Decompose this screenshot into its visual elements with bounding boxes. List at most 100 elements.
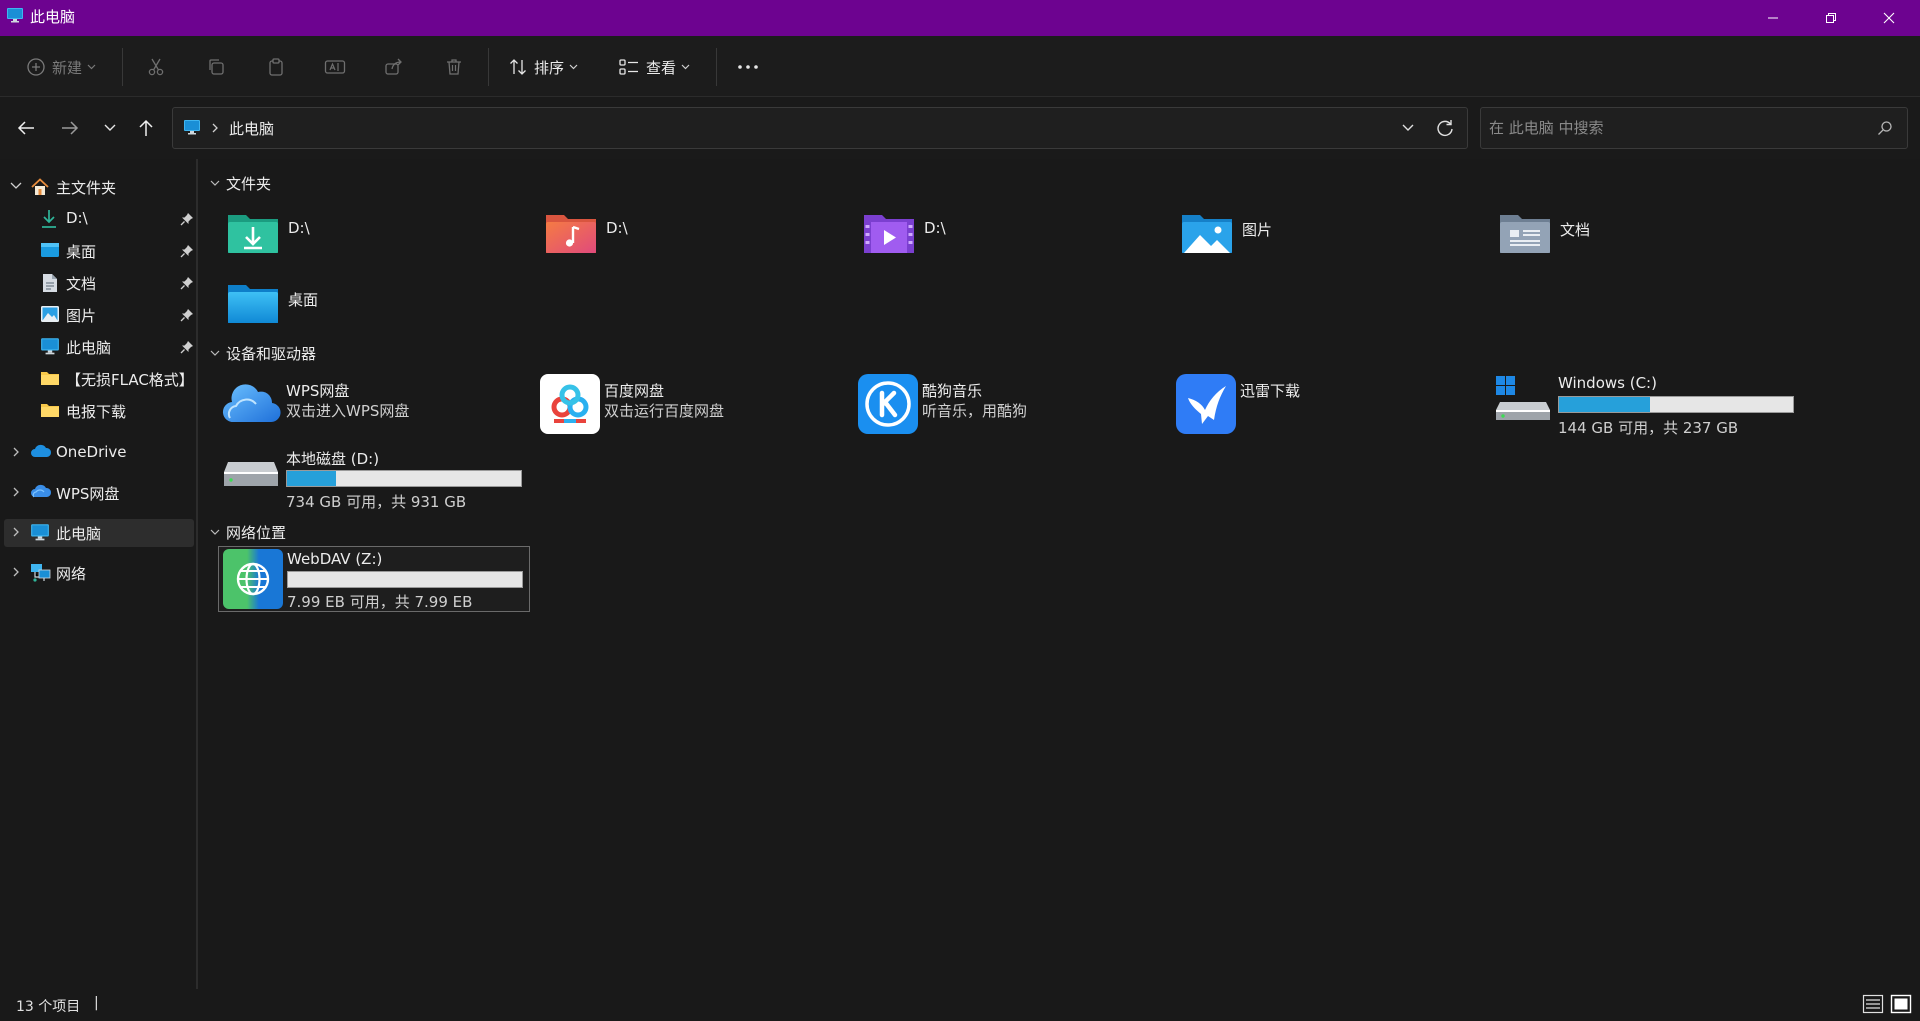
navigation-pane: 主文件夹 D:\ 桌面 文档 图片 此电脑 【无损FLAC格式】 电报下载 On… bbox=[0, 159, 198, 989]
folder-item-videos[interactable]: D:\ bbox=[862, 209, 1112, 267]
pin-icon[interactable] bbox=[180, 276, 194, 290]
chevron-down-icon bbox=[210, 350, 220, 356]
folder-item-desktop[interactable]: 桌面 bbox=[226, 279, 476, 337]
folder-item-music[interactable]: D:\ bbox=[544, 209, 794, 267]
chevron-right-icon[interactable] bbox=[12, 486, 20, 498]
sidebar-item-network[interactable]: 网络 bbox=[4, 559, 194, 587]
scissors-icon bbox=[148, 58, 164, 76]
device-description: 双击进入WPS网盘 bbox=[286, 402, 410, 420]
pin-icon[interactable] bbox=[180, 244, 194, 258]
refresh-button[interactable] bbox=[1435, 118, 1455, 138]
address-history-dropdown[interactable] bbox=[1401, 120, 1415, 136]
sidebar-item-label: 【无损FLAC格式】 bbox=[66, 371, 194, 389]
section-header-folders[interactable]: 文件夹 bbox=[210, 172, 271, 194]
sidebar-item-pictures[interactable]: 图片 bbox=[4, 301, 194, 329]
tiles-view-button[interactable] bbox=[1890, 994, 1912, 1014]
device-kugou-music[interactable]: 酷狗音乐 听音乐，用酷狗 bbox=[858, 374, 1138, 438]
back-button[interactable] bbox=[12, 113, 40, 143]
rename-button[interactable] bbox=[324, 50, 346, 84]
sidebar-item-label: 主文件夹 bbox=[56, 179, 117, 197]
search-icon[interactable] bbox=[1877, 120, 1893, 136]
sidebar-item-onedrive[interactable]: OneDrive bbox=[4, 439, 194, 467]
drive-windows-c[interactable]: Windows (C:) 144 GB 可用，共 237 GB bbox=[1494, 374, 1804, 438]
delete-button[interactable] bbox=[444, 50, 464, 84]
search-box[interactable] bbox=[1480, 107, 1908, 149]
chevron-down-icon bbox=[210, 180, 220, 186]
pin-icon[interactable] bbox=[180, 340, 194, 354]
sidebar-item-label: 图片 bbox=[66, 307, 97, 325]
folder-item-documents[interactable]: 文档 bbox=[1498, 209, 1748, 267]
videos-folder-icon bbox=[862, 209, 916, 255]
restore-button[interactable] bbox=[1802, 0, 1860, 36]
sidebar-item-downloads[interactable]: D:\ bbox=[4, 205, 194, 233]
device-name: 迅雷下载 bbox=[1240, 382, 1301, 400]
chevron-right-icon[interactable] bbox=[12, 446, 20, 458]
device-xunlei[interactable]: 迅雷下载 bbox=[1176, 374, 1456, 438]
sidebar-item-home[interactable]: 主文件夹 bbox=[4, 173, 194, 201]
sidebar-item-documents[interactable]: 文档 bbox=[4, 269, 194, 297]
drive-usage-bar bbox=[286, 470, 522, 487]
share-icon bbox=[385, 58, 402, 75]
drive-local-d[interactable]: 本地磁盘 (D:) 734 GB 可用，共 931 GB bbox=[222, 448, 532, 512]
sidebar-item-label: 文档 bbox=[66, 275, 97, 293]
forward-button[interactable] bbox=[56, 113, 84, 143]
section-header-network[interactable]: 网络位置 bbox=[210, 521, 286, 543]
device-name: 酷狗音乐 bbox=[922, 382, 983, 400]
computer-icon bbox=[30, 523, 50, 541]
device-baidu-netdisk[interactable]: 百度网盘 双击运行百度网盘 bbox=[540, 374, 820, 438]
device-wps-cloud[interactable]: WPS网盘 双击进入WPS网盘 bbox=[222, 374, 502, 438]
sidebar-item-flac-folder[interactable]: 【无损FLAC格式】 bbox=[4, 365, 194, 393]
view-button[interactable]: 查看 bbox=[618, 50, 690, 84]
sidebar-item-this-pc[interactable]: 此电脑 bbox=[4, 519, 194, 547]
address-bar[interactable]: 此电脑 bbox=[172, 107, 1468, 149]
sidebar-item-wps-cloud[interactable]: WPS网盘 bbox=[4, 479, 194, 507]
close-button[interactable] bbox=[1860, 0, 1918, 36]
pin-icon[interactable] bbox=[180, 212, 194, 226]
rename-icon bbox=[324, 60, 346, 74]
sidebar-item-desktop[interactable]: 桌面 bbox=[4, 237, 194, 265]
network-location-name: WebDAV (Z:) bbox=[287, 550, 383, 568]
details-view-button[interactable] bbox=[1862, 994, 1884, 1014]
item-count: 13 个项目 bbox=[16, 999, 81, 1015]
tiles-view-icon bbox=[1890, 994, 1912, 1014]
arrow-up-icon bbox=[139, 119, 153, 136]
folder-item-pictures[interactable]: 图片 bbox=[1180, 209, 1430, 267]
sidebar-item-label: WPS网盘 bbox=[56, 485, 120, 503]
minimize-icon bbox=[1768, 17, 1778, 19]
up-button[interactable] bbox=[132, 113, 160, 143]
xunlei-icon bbox=[1176, 374, 1236, 434]
sidebar-item-label: 桌面 bbox=[66, 243, 97, 261]
folder-item-downloads[interactable]: D:\ bbox=[226, 209, 476, 267]
share-button[interactable] bbox=[384, 50, 404, 84]
new-label: 新建 bbox=[52, 58, 83, 77]
folder-icon bbox=[40, 369, 60, 387]
minimize-button[interactable] bbox=[1744, 0, 1802, 36]
paste-button[interactable] bbox=[266, 50, 286, 84]
pin-icon[interactable] bbox=[180, 308, 194, 322]
recent-locations-button[interactable] bbox=[96, 113, 124, 143]
chevron-right-icon[interactable] bbox=[211, 122, 219, 134]
more-options-button[interactable] bbox=[736, 50, 760, 84]
pictures-folder-icon bbox=[1180, 209, 1234, 255]
chevron-right-icon[interactable] bbox=[12, 566, 20, 578]
folder-icon bbox=[40, 401, 60, 419]
chevron-down-icon bbox=[569, 64, 578, 70]
sidebar-item-telegram-downloads[interactable]: 电报下载 bbox=[4, 397, 194, 425]
sort-button[interactable]: 排序 bbox=[508, 50, 578, 84]
status-bar: 13 个项目 | bbox=[0, 989, 1920, 1021]
breadcrumb-this-pc[interactable]: 此电脑 bbox=[229, 118, 274, 139]
new-button[interactable]: 新建 bbox=[26, 50, 96, 84]
search-input[interactable] bbox=[1489, 116, 1849, 140]
network-location-webdav[interactable]: WebDAV (Z:) 7.99 EB 可用，共 7.99 EB bbox=[218, 546, 530, 612]
chevron-down-icon bbox=[681, 64, 690, 70]
sidebar-item-this-pc-pinned[interactable]: 此电脑 bbox=[4, 333, 194, 361]
chevron-right-icon[interactable] bbox=[12, 526, 20, 538]
trash-icon bbox=[447, 59, 461, 75]
cut-button[interactable] bbox=[146, 50, 166, 84]
close-icon bbox=[1883, 12, 1895, 24]
folder-label: D:\ bbox=[288, 219, 310, 237]
section-header-devices[interactable]: 设备和驱动器 bbox=[210, 342, 316, 364]
copy-button[interactable] bbox=[206, 50, 226, 84]
content-area: 文件夹 D:\ D:\ D:\ 图片 文档 桌面 设备和驱动器 WPS网盘 双击… bbox=[200, 159, 1920, 989]
chevron-down-icon[interactable] bbox=[10, 182, 22, 190]
